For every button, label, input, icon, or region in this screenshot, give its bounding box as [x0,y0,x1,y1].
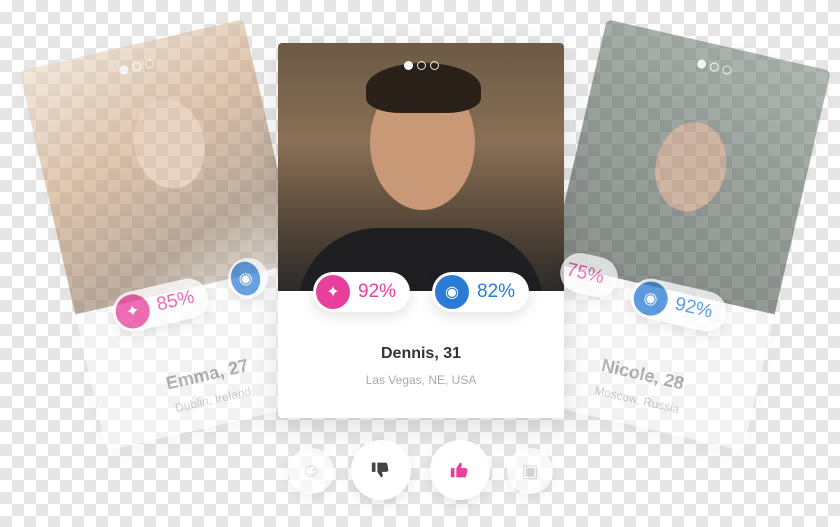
dna-match-value: 92% [358,281,397,302]
mind-match-value: 92% [672,293,715,323]
profile-card-dennis[interactable]: Dennis, 31 Las Vegas, NE, USA [278,43,564,418]
pagination-dot[interactable] [695,58,707,70]
profile-card-nicole[interactable]: Nicole, 28 Moscow, Russia [519,19,831,451]
like-button[interactable] [430,440,490,500]
dna-match-value: 75% [564,259,607,289]
photo-pagination [278,57,564,75]
dna-icon: ✦ [112,291,154,332]
face-shape [125,92,214,196]
brain-head-icon: ◉ [435,275,469,309]
face-shape [646,115,735,219]
dislike-button[interactable] [351,440,411,500]
chat-bubble-icon: ▣ [521,460,539,481]
profile-name: Dennis, 31 [380,345,462,362]
mind-match-stat: ◉ 82% [432,272,530,312]
profile-location: Las Vegas, NE, USA [365,373,477,387]
brain-head-icon: ◉ [630,278,672,319]
pagination-dot[interactable] [416,61,426,70]
dna-match-stat: ✦ 92% [313,272,411,312]
chat-button[interactable]: ▣ [507,448,553,494]
pagination-dot[interactable] [130,61,142,73]
mind-match-value: 82% [477,281,516,302]
thumbs-down-icon [371,462,389,478]
pagination-dot[interactable] [721,64,732,76]
pagination-dot[interactable] [403,61,413,70]
pagination-dot[interactable] [429,61,439,70]
neutral-button[interactable]: ☺ [288,448,334,494]
dna-icon: ✦ [316,275,350,309]
pagination-dot[interactable] [118,64,129,76]
neutral-face-icon: ☺ [300,459,322,482]
profile-photo [278,43,564,291]
thumbs-up-icon [450,462,468,478]
pagination-dot[interactable] [143,58,155,70]
brain-head-icon: ◉ [227,258,264,299]
pagination-dot[interactable] [708,61,720,73]
dna-match-value: 85% [154,286,197,316]
